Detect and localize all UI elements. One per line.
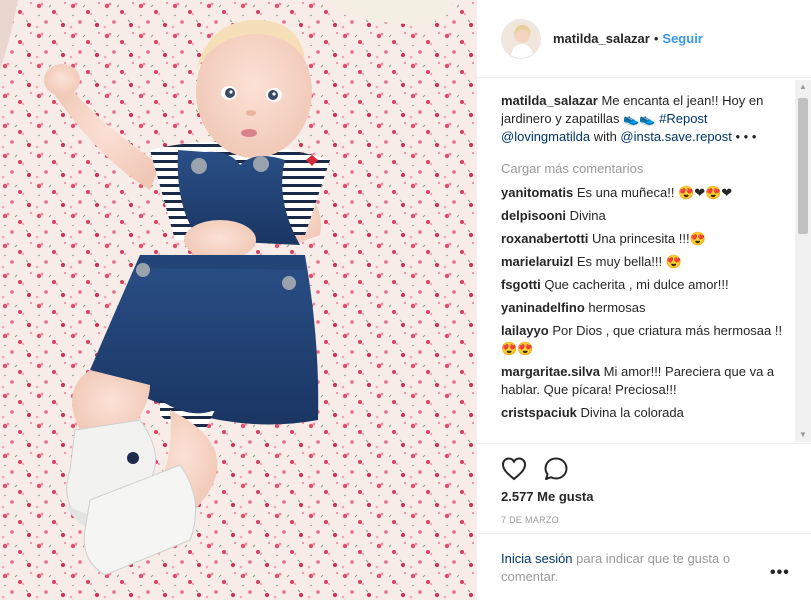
comment-username-link[interactable]: roxanabertotti — [501, 231, 588, 246]
login-text: Inicia sesión para indicar que te gusta … — [501, 550, 765, 586]
heart-outline-icon[interactable] — [501, 456, 527, 482]
load-more-comments-button[interactable]: Cargar más comentarios — [501, 160, 797, 178]
comment-item: margaritae.silva Mi amor!!! Pareciera qu… — [501, 363, 797, 399]
mention-link[interactable]: @lovingmatilda — [501, 129, 590, 144]
speech-bubble-icon[interactable] — [543, 456, 569, 482]
post-photo[interactable] — [0, 0, 477, 600]
comment-text: hermosas — [588, 300, 646, 315]
comment-text: Divina — [569, 208, 606, 223]
more-options-icon[interactable]: ••• — [770, 564, 790, 582]
comment-username-link[interactable]: yaninadelfino — [501, 300, 585, 315]
comment-item: cristspaciuk Divina la colorada — [501, 404, 797, 422]
likes-count[interactable]: 2.577 Me gusta — [501, 489, 594, 504]
comment-text: Es muy bella!!! 😍 — [576, 254, 682, 269]
comment-username-link[interactable]: delpisooni — [501, 208, 566, 223]
caption-text-end: • • • — [731, 129, 757, 144]
comment-item: delpisooni Divina — [501, 207, 797, 225]
mention-link-2[interactable]: @insta.save.repost — [620, 129, 731, 144]
comment-username-link[interactable]: marielaruizl — [501, 254, 573, 269]
action-icons — [501, 456, 585, 482]
login-prompt: Inicia sesión para indicar que te gusta … — [477, 533, 811, 600]
comments-list[interactable]: matilda_salazar Me encanta el jean!! Hoy… — [501, 92, 797, 440]
caption-text-middle: with — [590, 129, 621, 144]
hashtag-link[interactable]: #Repost — [659, 111, 707, 126]
login-link[interactable]: Inicia sesión — [501, 551, 573, 566]
comment-text: Es una muñeca!! 😍❤😍❤ — [576, 185, 733, 200]
comment-username-link[interactable]: margaritae.silva — [501, 364, 600, 379]
post-details-panel: matilda_salazar • Seguir matilda_salazar… — [477, 0, 811, 600]
avatar[interactable] — [501, 18, 541, 59]
comment-username-link[interactable]: lailayyo — [501, 323, 549, 338]
comment-text: Divina la colorada — [580, 405, 684, 420]
avatar-image — [502, 19, 540, 58]
scrollbar-thumb[interactable] — [798, 98, 808, 234]
comment-item: yaninadelfino hermosas — [501, 299, 797, 317]
follow-button[interactable]: Seguir — [662, 31, 702, 46]
comment-username-link[interactable]: cristspaciuk — [501, 405, 577, 420]
header-separator: • — [653, 31, 659, 46]
comments-scrollbar[interactable]: ▲ ▼ — [795, 80, 811, 442]
post-date[interactable]: 7 DE MARZO — [501, 515, 559, 525]
comment-item: fsgotti Que cacherita , mi dulce amor!!! — [501, 276, 797, 294]
post-header: matilda_salazar • Seguir — [477, 0, 811, 78]
comment-text: Una princesita !!!😍 — [592, 231, 706, 246]
baby-photo-illustration — [0, 0, 477, 600]
comment-username-link[interactable]: fsgotti — [501, 277, 541, 292]
comment-text: Que cacherita , mi dulce amor!!! — [544, 277, 729, 292]
comment-item: roxanabertotti Una princesita !!!😍 — [501, 230, 797, 248]
comment-item: marielaruizl Es muy bella!!! 😍 — [501, 253, 797, 271]
scroll-down-arrow-icon[interactable]: ▼ — [795, 428, 811, 442]
caption-username-link[interactable]: matilda_salazar — [501, 93, 598, 108]
scroll-up-arrow-icon[interactable]: ▲ — [795, 80, 811, 94]
comment-username-link[interactable]: yanitomatis — [501, 185, 573, 200]
comment-item: yanitomatis Es una muñeca!! 😍❤😍❤ — [501, 184, 797, 202]
comment-item: lailayyo Por Dios , que criatura más her… — [501, 322, 797, 358]
caption: matilda_salazar Me encanta el jean!! Hoy… — [501, 92, 797, 146]
header-username-link[interactable]: matilda_salazar — [553, 31, 650, 46]
